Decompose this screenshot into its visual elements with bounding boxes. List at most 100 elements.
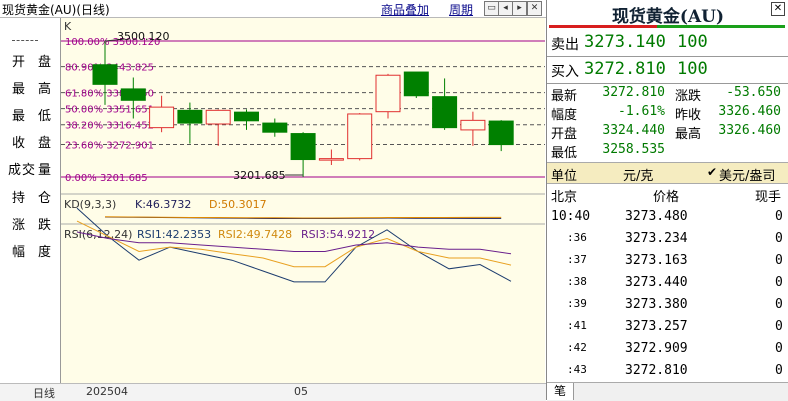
left-label-b: 盘 bbox=[38, 136, 53, 151]
rsi-series-line bbox=[76, 207, 512, 283]
candle-body bbox=[375, 74, 401, 113]
candle-body bbox=[403, 71, 429, 97]
tick-row: :38 3273.440 0 bbox=[547, 273, 788, 296]
stat-label: 幅度 bbox=[551, 108, 578, 123]
stat-label: 最低 bbox=[551, 146, 578, 161]
kd-series-line bbox=[104, 216, 502, 219]
tick-time: :38 bbox=[567, 275, 587, 288]
left-label-a: 幅 bbox=[12, 245, 27, 260]
close-icon[interactable]: ✕ bbox=[527, 1, 542, 16]
candle-body bbox=[318, 158, 344, 161]
tab-bar: 笔 bbox=[547, 382, 788, 401]
tick-qty: 0 bbox=[775, 275, 783, 290]
candle-body bbox=[205, 109, 231, 125]
stat-label: 最高 bbox=[675, 127, 702, 142]
tick-qty: 0 bbox=[775, 363, 783, 378]
high-mark-label: 3500.120 bbox=[117, 30, 170, 43]
tick-time: :39 bbox=[567, 297, 587, 310]
left-label-a: 开 bbox=[12, 55, 27, 70]
period-label: 日线 bbox=[33, 387, 55, 400]
candle-body bbox=[149, 106, 175, 129]
col-header-time: 北京 bbox=[551, 190, 578, 205]
stats-grid: 最新 3272.810 涨跌 -53.650 幅度 -1.61% 昨收 3326.460 开盘 3… bbox=[547, 84, 788, 162]
chart-toolbar: 现货黄金(AU)(日线) 商品叠加 周期 ▭ ◂ ▸ ✕ bbox=[0, 0, 546, 18]
tab-ticks[interactable]: 笔 bbox=[547, 383, 574, 400]
divider bbox=[547, 56, 788, 57]
tick-time: :37 bbox=[567, 253, 587, 266]
bar-red bbox=[549, 25, 657, 28]
stat-label: 涨跌 bbox=[675, 89, 702, 104]
buy-qty: 100 bbox=[677, 59, 708, 79]
stat-value: 3326.460 bbox=[718, 123, 781, 138]
k-label: K bbox=[64, 20, 72, 33]
left-label-panel: 开盘最高最低收盘成交量持仓涨跌幅度 bbox=[0, 18, 61, 383]
left-label-b: 量 bbox=[38, 163, 53, 178]
tick-row: :43 3272.810 0 bbox=[547, 361, 788, 384]
sell-row: 卖出 3273.140 100 bbox=[547, 31, 788, 56]
overlay-link[interactable]: 商品叠加 bbox=[381, 1, 429, 18]
tick-qty: 0 bbox=[775, 209, 783, 224]
stat-label: 开盘 bbox=[551, 127, 578, 142]
buy-label: 买入 bbox=[551, 64, 579, 80]
left-label-b: 跌 bbox=[38, 218, 53, 233]
tick-time: :36 bbox=[567, 231, 587, 244]
candle-body bbox=[460, 119, 486, 131]
bar-green bbox=[657, 25, 785, 28]
left-label-a: 涨 bbox=[12, 218, 27, 233]
sell-label: 卖出 bbox=[551, 37, 579, 53]
stat-value: 3258.535 bbox=[602, 142, 665, 157]
fib-label: 0.00% 3201.685 bbox=[65, 173, 148, 184]
left-label-b: 低 bbox=[38, 109, 53, 124]
kd-k-text: K:46.3732 bbox=[135, 198, 191, 211]
rsi2-text: RSI2:49.7428 bbox=[218, 228, 292, 241]
tick-time: :41 bbox=[567, 319, 587, 332]
unit-option[interactable]: 美元/盎司 bbox=[719, 165, 775, 184]
tick-list: 10:40 3273.480 0:36 3273.234 0:37 3273.163 0:3… bbox=[547, 207, 788, 383]
candle-body bbox=[488, 120, 514, 146]
tick-time: 10:40 bbox=[551, 209, 591, 224]
tick-price: 3272.909 bbox=[625, 341, 688, 356]
checkmark-icon: ✔ bbox=[707, 165, 718, 179]
rsi1-text: RSI1:42.2353 bbox=[137, 228, 211, 241]
close-panel-icon[interactable]: ✕ bbox=[771, 2, 785, 16]
zoom-in-icon[interactable]: ▭ bbox=[484, 1, 499, 16]
sell-qty: 100 bbox=[677, 32, 708, 52]
chart-area[interactable]: K 100.00% 3500.120 80.90% 3443.825 61.80% 3… bbox=[61, 18, 545, 383]
scroll-left-icon[interactable]: ◂ bbox=[498, 1, 513, 16]
candle-body bbox=[347, 113, 373, 160]
unit-label: 单位 bbox=[551, 169, 578, 184]
tick-price: 3273.257 bbox=[625, 319, 688, 334]
tick-price: 3273.380 bbox=[625, 297, 688, 312]
candle-body bbox=[177, 109, 203, 124]
date-start-label: 202504 bbox=[86, 385, 128, 398]
tick-qty: 0 bbox=[775, 341, 783, 356]
unit-value[interactable]: 元/克 bbox=[623, 165, 653, 184]
left-label-a: 成交 bbox=[8, 163, 37, 178]
stat-value: 3326.460 bbox=[718, 104, 781, 119]
left-label-b: 高 bbox=[38, 82, 53, 97]
date-mid-label: 05 bbox=[294, 385, 308, 398]
tick-row: :39 3273.380 0 bbox=[547, 295, 788, 318]
tick-price: 3273.440 bbox=[625, 275, 688, 290]
rsi3-text: RSI3:54.9212 bbox=[301, 228, 375, 241]
period-link[interactable]: 周期 bbox=[449, 1, 473, 18]
left-label-a: 持 bbox=[12, 191, 27, 206]
tick-price: 3273.234 bbox=[625, 231, 688, 246]
fib-label: 50.00% 3351.651 bbox=[65, 105, 154, 116]
tick-row: 10:40 3273.480 0 bbox=[547, 207, 788, 230]
candle-body bbox=[290, 133, 316, 161]
kd-title: KD(9,3,3) bbox=[64, 198, 116, 211]
left-label-a: 最 bbox=[12, 82, 27, 97]
left-label-a: 收 bbox=[12, 136, 27, 151]
kd-d-text: D:50.3017 bbox=[209, 198, 267, 211]
tick-qty: 0 bbox=[775, 319, 783, 334]
fib-label: 38.20% 3316.452 bbox=[65, 121, 154, 132]
stat-value: 3324.440 bbox=[602, 123, 665, 138]
tick-price: 3273.480 bbox=[625, 209, 688, 224]
tick-row: :37 3273.163 0 bbox=[547, 251, 788, 274]
tick-row: :41 3273.257 0 bbox=[547, 317, 788, 340]
buy-price: 3272.810 bbox=[584, 59, 666, 79]
candle-body bbox=[432, 96, 458, 129]
col-header-qty: 现手 bbox=[755, 190, 782, 205]
scroll-right-icon[interactable]: ▸ bbox=[512, 1, 527, 16]
